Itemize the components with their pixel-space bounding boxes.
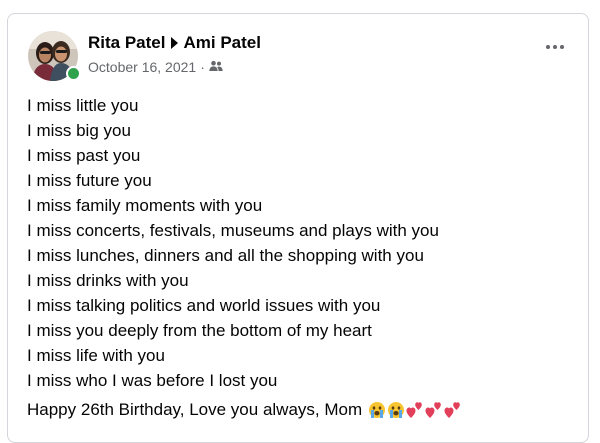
crying-face-emoji-icon	[369, 402, 386, 418]
post-line: I miss who I was before I lost you	[27, 371, 278, 390]
post-line: I miss drinks with you	[27, 271, 189, 290]
post-line: I miss concerts, festivals, museums and …	[27, 221, 439, 240]
post-line: I miss lunches, dinners and all the shop…	[27, 246, 424, 265]
two-hearts-emoji-icon	[444, 402, 460, 418]
post-line: I miss big you	[27, 121, 131, 140]
more-options-button[interactable]	[546, 45, 564, 49]
more-dot-icon	[546, 45, 550, 49]
post-date[interactable]: October 16, 2021	[88, 59, 196, 75]
post-line: I miss family moments with you	[27, 196, 263, 215]
crying-face-emoji-icon	[388, 402, 405, 418]
post-line: I miss past you	[27, 146, 141, 165]
emoji-group	[368, 401, 462, 419]
closing-text: Happy 26th Birthday, Love you always, Mo…	[27, 400, 363, 419]
more-dot-icon	[553, 45, 557, 49]
post-body: I miss little you I miss big you I miss …	[27, 93, 439, 393]
two-hearts-emoji-icon	[425, 402, 441, 418]
post-card: Rita Patel Ami Patel October 16, 2021 · …	[7, 13, 589, 443]
friends-icon[interactable]	[209, 59, 223, 75]
post-line: I miss you deeply from the bottom of my …	[27, 321, 372, 340]
recipient-name[interactable]: Ami Patel	[183, 33, 260, 53]
more-dot-icon	[560, 45, 564, 49]
post-line: I miss little you	[27, 96, 139, 115]
post-meta: October 16, 2021 ·	[88, 59, 223, 75]
two-hearts-emoji-icon	[406, 402, 422, 418]
post-line: I miss life with you	[27, 346, 165, 365]
post-closing: Happy 26th Birthday, Love you always, Mo…	[27, 399, 462, 421]
meta-separator: ·	[200, 59, 205, 75]
online-status-dot	[66, 66, 81, 81]
author-name[interactable]: Rita Patel	[88, 33, 165, 53]
arrow-right-icon	[171, 37, 179, 49]
post-line: I miss future you	[27, 171, 152, 190]
post-line: I miss talking politics and world issues…	[27, 296, 381, 315]
post-header-names: Rita Patel Ami Patel	[88, 33, 261, 53]
